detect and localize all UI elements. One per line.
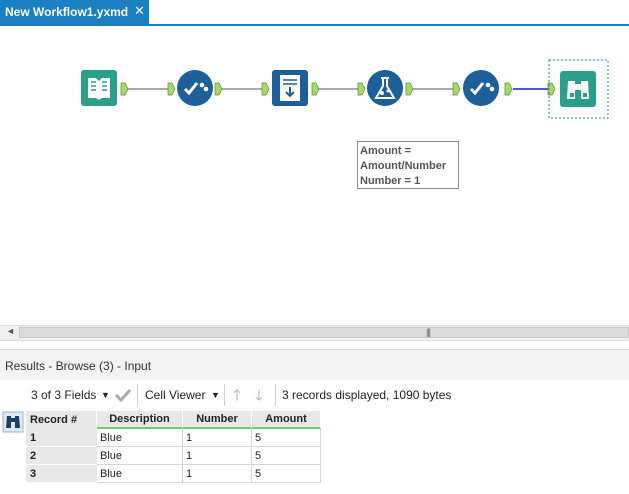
column-header-record[interactable]: Record # [26, 411, 97, 429]
scroll-left-icon[interactable]: ◄ [6, 326, 15, 336]
number-cell[interactable]: 1 [183, 447, 252, 465]
grip-icon: ||| [426, 327, 431, 337]
input-anchor [357, 82, 366, 96]
output-anchor [405, 82, 414, 96]
apply-check-icon[interactable] [114, 388, 132, 402]
results-header: Results - Browse (3) - Input [0, 349, 629, 380]
number-cell[interactable]: 1 [183, 465, 252, 483]
record-number-cell[interactable]: 3 [26, 465, 97, 483]
input-anchor [261, 82, 270, 96]
output-anchor [120, 82, 129, 96]
select-icon[interactable] [463, 70, 499, 106]
annotation-line: Number = 1 [360, 175, 421, 187]
canvas-horizontal-scrollbar[interactable]: ◄ ||| [0, 325, 629, 341]
select-icon[interactable] [177, 70, 213, 106]
separator [137, 384, 138, 406]
results-title: Results - Browse (3) - Input [5, 359, 152, 373]
description-cell[interactable]: Blue [97, 447, 183, 465]
record-number-cell[interactable]: 1 [26, 429, 97, 447]
results-grid: Record # Description Number Amount 1 Blu… [26, 411, 321, 483]
amount-cell[interactable]: 5 [252, 465, 321, 483]
formula-icon[interactable] [367, 70, 403, 106]
description-cell[interactable]: Blue [97, 429, 183, 447]
records-status: 3 records displayed, 1090 bytes [282, 388, 452, 402]
viewer-dropdown-arrow-icon[interactable]: ▼ [211, 390, 220, 400]
amount-cell[interactable]: 5 [252, 429, 321, 447]
column-header-number[interactable]: Number [183, 411, 252, 429]
output-anchor [504, 82, 513, 96]
input-anchor [452, 82, 461, 96]
amount-cell[interactable]: 5 [252, 447, 321, 465]
column-header-amount[interactable]: Amount [252, 411, 321, 429]
cell-viewer-dropdown[interactable]: Cell Viewer [145, 388, 205, 402]
sort-up-arrow-icon[interactable]: 🡑 [233, 385, 241, 410]
annotation-line: Amount/Number [360, 160, 447, 172]
output-anchor [311, 82, 320, 96]
formula-annotation[interactable]: Amount = Amount/Number Number = 1 [357, 141, 459, 189]
description-cell[interactable]: Blue [97, 465, 183, 483]
input-data-icon[interactable] [81, 70, 117, 106]
fields-dropdown[interactable]: 3 of 3 Fields [31, 388, 96, 402]
scrollbar-thumb[interactable]: ||| [19, 327, 629, 338]
table-row[interactable]: 1 Blue 1 5 [26, 429, 321, 447]
record-number-cell[interactable]: 2 [26, 447, 97, 465]
output-anchor [214, 82, 223, 96]
workflow-tab[interactable]: New Workflow1.yxmd ✕ [0, 0, 149, 24]
browse-icon[interactable] [560, 71, 596, 107]
separator [275, 384, 276, 406]
results-toolbar: 3 of 3 Fields ▼ Cell Viewer ▼ 🡑 🡓 3 reco… [0, 380, 629, 410]
number-cell[interactable]: 1 [183, 429, 252, 447]
separator [224, 384, 225, 406]
workflow-canvas[interactable]: Amount = Amount/Number Number = 1 [0, 26, 629, 325]
table-row[interactable]: 2 Blue 1 5 [26, 447, 321, 465]
input-anchor [167, 82, 176, 96]
close-tab-icon[interactable]: ✕ [134, 3, 145, 19]
annotation-line: Amount = [360, 145, 412, 157]
record-id-icon[interactable] [272, 70, 308, 106]
fields-dropdown-arrow-icon[interactable]: ▼ [101, 390, 110, 400]
sort-down-arrow-icon[interactable]: 🡓 [255, 385, 263, 410]
column-header-description[interactable]: Description [97, 411, 183, 429]
table-row[interactable]: 3 Blue 1 5 [26, 465, 321, 483]
workflow-tab-title: New Workflow1.yxmd [5, 5, 129, 19]
